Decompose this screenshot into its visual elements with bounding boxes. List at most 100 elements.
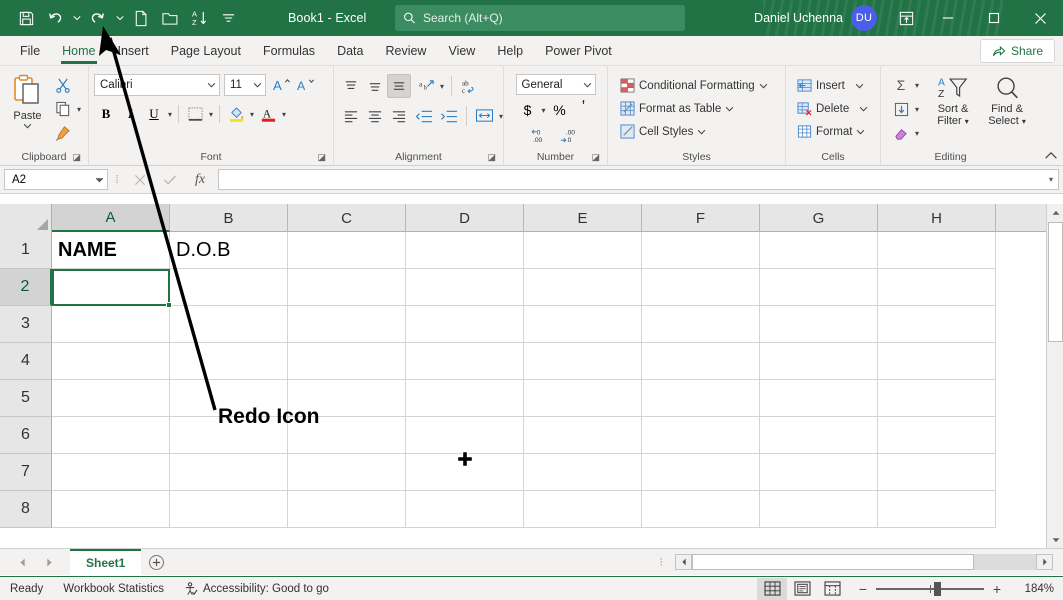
scroll-right-icon[interactable] [1036,554,1053,570]
maximize-icon[interactable] [971,0,1017,36]
formula-bar-expand-icon[interactable]: ▾ [1049,175,1053,184]
search-box[interactable] [395,5,685,31]
cell-h4[interactable] [878,343,996,380]
undo-dropdown-icon[interactable] [70,5,83,31]
cell-g2[interactable] [760,269,878,306]
align-right-button[interactable] [387,104,411,128]
cell-h3[interactable] [878,306,996,343]
scroll-left-icon[interactable] [675,554,692,570]
horizontal-scrollbar-track[interactable] [692,554,1036,570]
cell-styles-button[interactable]: Cell Styles [616,120,710,143]
row-header-6[interactable]: 6 [0,417,52,454]
sort-filter-button[interactable]: AZ Sort & Filter ▾ [926,73,980,128]
formula-input[interactable]: ▾ [218,169,1059,190]
center-align-button[interactable] [363,104,387,128]
cell-e4[interactable] [524,343,642,380]
search-input[interactable] [423,11,677,25]
cell-h8[interactable] [878,491,996,528]
decrease-font-size-icon[interactable]: A [294,73,318,97]
accounting-format-button[interactable]: $ [515,98,539,122]
middle-align-button[interactable] [363,74,387,98]
align-left-button[interactable] [339,104,363,128]
cell-a1[interactable]: NAME [52,232,170,269]
cell-b4[interactable] [170,343,288,380]
page-break-preview-icon[interactable] [817,578,847,600]
cell-a3[interactable] [52,306,170,343]
vertical-scrollbar-thumb[interactable] [1048,222,1063,342]
top-align-button[interactable] [339,74,363,98]
column-header-e[interactable]: E [524,204,642,232]
column-header-c[interactable]: C [288,204,406,232]
cell-f3[interactable] [642,306,760,343]
insert-cells-button[interactable]: Insert [793,74,868,97]
tab-formulas[interactable]: Formulas [252,36,326,66]
borders-chevron-down-icon[interactable]: ▾ [207,110,215,119]
cell-c7[interactable] [288,454,406,491]
cell-g3[interactable] [760,306,878,343]
cell-c4[interactable] [288,343,406,380]
font-family-select[interactable]: Calibri [94,74,220,96]
format-painter-button[interactable] [51,121,75,145]
cell-f7[interactable] [642,454,760,491]
save-icon[interactable] [12,5,40,31]
cell-e5[interactable] [524,380,642,417]
workbook-statistics-button[interactable]: Workbook Statistics [53,578,174,600]
number-format-select[interactable]: General [516,74,596,95]
cell-c2[interactable] [288,269,406,306]
cell-e3[interactable] [524,306,642,343]
alignment-dialog-launcher[interactable]: ◪ [487,149,496,165]
underline-button[interactable]: U [142,102,166,126]
comma-format-button[interactable]: ̔ [572,98,596,122]
next-sheet-icon[interactable] [37,551,62,573]
row-header-7[interactable]: 7 [0,454,52,491]
sort-az-icon[interactable]: AZ [185,5,213,31]
cell-d5[interactable] [406,380,524,417]
accounting-chevron-down-icon[interactable]: ▾ [539,106,547,115]
cell-a6[interactable] [52,417,170,454]
cell-f1[interactable] [642,232,760,269]
cell-f6[interactable] [642,417,760,454]
insert-function-icon[interactable]: fx [186,169,214,191]
ribbon-display-options-icon[interactable] [891,6,921,30]
cancel-formula-icon[interactable] [126,169,154,191]
zoom-level-button[interactable]: 184% [1013,583,1063,595]
cell-g1[interactable] [760,232,878,269]
cell-f4[interactable] [642,343,760,380]
tab-page-layout[interactable]: Page Layout [160,36,252,66]
tab-insert[interactable]: Insert [107,36,160,66]
row-header-2[interactable]: 2 [0,269,52,306]
minimize-icon[interactable] [925,0,971,36]
copy-chevron-down-icon[interactable]: ▾ [75,105,83,114]
cell-e1[interactable] [524,232,642,269]
row-header-3[interactable]: 3 [0,306,52,343]
scroll-down-icon[interactable] [1047,531,1063,548]
cell-d4[interactable] [406,343,524,380]
decrease-indent-button[interactable] [411,104,436,128]
accessibility-button[interactable]: Accessibility: Good to go [174,578,339,600]
column-header-d[interactable]: D [406,204,524,232]
delete-cells-button[interactable]: Delete [793,97,872,120]
vertical-scrollbar[interactable] [1046,204,1063,548]
zoom-in-button[interactable]: + [991,581,1003,597]
fill-button[interactable] [889,97,913,121]
cell-a8[interactable] [52,491,170,528]
orientation-button[interactable]: ab [414,74,438,98]
scroll-up-icon[interactable] [1047,204,1063,221]
zoom-out-button[interactable]: − [857,581,869,597]
find-select-button[interactable]: Find & Select ▾ [980,73,1034,128]
cell-d7[interactable] [406,454,524,491]
font-size-select[interactable]: 11 [224,74,266,96]
fill-color-button[interactable] [224,102,248,126]
bottom-align-button[interactable] [387,74,411,98]
horizontal-scrollbar[interactable] [675,554,1053,571]
select-all-corner[interactable] [0,204,52,232]
cell-e2[interactable] [524,269,642,306]
cell-d1[interactable] [406,232,524,269]
increase-decimal-button[interactable]: 0.00 [528,123,556,147]
cell-e6[interactable] [524,417,642,454]
bold-button[interactable]: B [94,102,118,126]
cell-f2[interactable] [642,269,760,306]
zoom-thumb[interactable] [934,582,941,596]
sheet-tab-splitter[interactable]: ··· [659,558,669,567]
fill-chevron-down-icon[interactable]: ▾ [913,105,921,114]
